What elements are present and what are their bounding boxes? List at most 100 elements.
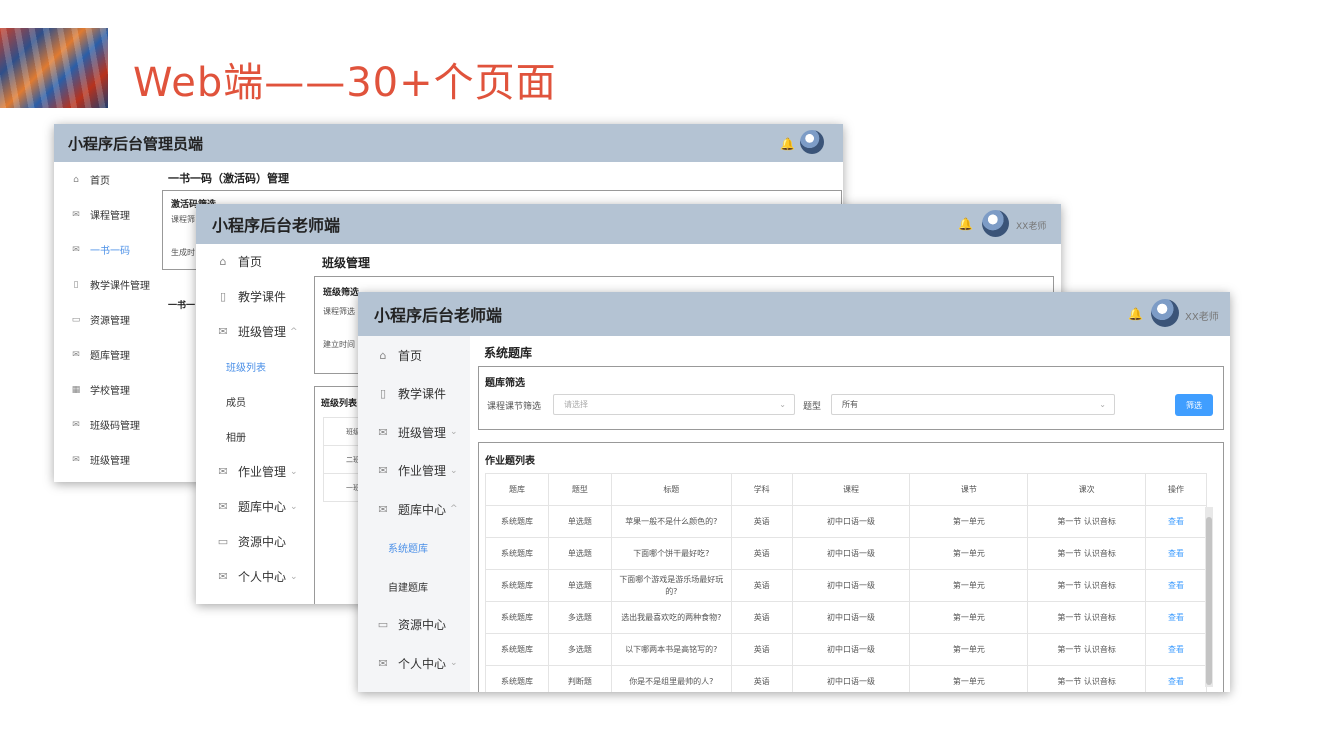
sidebar-item[interactable]: ✉ 课程管理	[54, 197, 158, 232]
column-header: 学科	[730, 473, 793, 506]
sidebar-item[interactable]: ✉ 一书一码	[54, 232, 158, 267]
table-row: 系统题库 单选题 下面哪个游戏是游乐场最好玩的? 英语 初中口语一级 第一单元 第一节 认识…	[485, 569, 1207, 602]
mail-icon: ✉	[72, 349, 80, 360]
table-cell: 英语	[730, 633, 793, 666]
sidebar-item[interactable]: 班级列表	[196, 349, 308, 384]
sidebar-item[interactable]: ▭ 资源中心	[196, 524, 308, 559]
sidebar-item[interactable]: ▭ 资源中心	[358, 606, 470, 645]
bank-list-panel: 作业题列表 题库 题型 标题 学科 课程 课节 课次 操作 系统题库 单选题 苹果一般不是什么颜色的…	[478, 442, 1224, 692]
sidebar-item[interactable]: ✉ 个人中心 ⌄	[358, 644, 470, 683]
sidebar-item[interactable]: 系统题库	[358, 529, 470, 568]
table-cell: 第一节 认识音标	[1027, 537, 1147, 570]
sidebar-item[interactable]: ✉ 题库中心 ⌄	[196, 489, 308, 524]
sidebar-item[interactable]: ▦ 学校管理	[54, 372, 158, 407]
sidebar-item[interactable]: ✉ 班级管理	[54, 442, 158, 477]
table-cell: 初中口语一级	[791, 569, 911, 602]
table-cell: 英语	[730, 569, 793, 602]
view-link[interactable]: 查看	[1145, 601, 1207, 634]
view-link[interactable]: 查看	[1145, 665, 1207, 692]
home-icon: ⌂	[219, 255, 227, 268]
building-icon: ▦	[71, 384, 81, 395]
table-row: 系统题库 判断题 你是不是组里最帅的人? 英语 初中口语一级 第一单元 第一节 认识音标 查看	[485, 665, 1207, 692]
mail-icon: ✉	[218, 465, 228, 478]
bank-username[interactable]: XX老师	[1185, 308, 1219, 323]
table-cell: 系统题库	[485, 537, 549, 570]
bank-page-title: 系统题库	[484, 346, 533, 360]
table-cell: 系统题库	[485, 601, 549, 634]
avatar[interactable]	[800, 130, 824, 154]
sidebar-item[interactable]: ▯ 教学课件管理	[54, 267, 158, 302]
course-select[interactable]: 请选择 ⌄	[553, 394, 795, 415]
sidebar-item[interactable]: ✉ 题库中心 ^	[358, 490, 470, 529]
column-header: 课程	[791, 473, 911, 506]
sidebar-item[interactable]: 成员	[196, 384, 308, 419]
filter-button[interactable]: 筛选	[1175, 394, 1213, 416]
teacher-page-title: 班级管理	[322, 256, 371, 270]
bell-icon[interactable]: 🔔	[958, 217, 973, 231]
sidebar-item-label: 班级码管理	[90, 421, 140, 432]
sidebar-item[interactable]: ✉ 班级管理 ^	[196, 314, 308, 349]
table-cell: 第一节 认识音标	[1027, 505, 1147, 538]
sidebar-item[interactable]: ⌂ 首页	[196, 244, 308, 279]
sidebar-item-label: 作业管理	[398, 464, 447, 479]
sidebar-item[interactable]: ✉ 题库管理	[54, 337, 158, 372]
table-cell: 第一单元	[909, 537, 1029, 570]
mail-icon: ✉	[378, 464, 388, 478]
type-select[interactable]: 所有 ⌄	[831, 394, 1115, 415]
bank-filter-title: 题库筛选	[485, 378, 525, 389]
sidebar-item-label: 教学课件	[398, 387, 447, 402]
chevron-up-icon: ^	[450, 504, 458, 515]
sidebar-item-label: 首页	[90, 176, 110, 187]
sidebar-item[interactable]: ⌂ 首页	[54, 162, 158, 197]
chevron-down-icon: ⌄	[450, 465, 458, 476]
sidebar-item-label: 一书一码	[90, 246, 130, 257]
avatar[interactable]	[1151, 299, 1179, 327]
sidebar-item-label: 首页	[238, 255, 263, 269]
table-cell: 系统题库	[485, 665, 549, 692]
admin-titlebar: 小程序后台管理员端	[54, 124, 843, 162]
view-link[interactable]: 查看	[1145, 505, 1207, 538]
sidebar-item-label: 课程管理	[90, 211, 130, 222]
box-icon: ▭	[377, 618, 389, 632]
avatar[interactable]	[982, 210, 1009, 237]
column-header: 操作	[1145, 473, 1207, 506]
table-cell: 初中口语一级	[791, 601, 911, 634]
chevron-down-icon: ⌄	[450, 658, 458, 669]
sidebar-item[interactable]: ✉ 班级码管理	[54, 407, 158, 442]
bell-icon[interactable]: 🔔	[780, 137, 795, 151]
sidebar-item[interactable]: 自建题库	[358, 567, 470, 606]
sidebar-item[interactable]: ✉ 作业管理 ⌄	[358, 452, 470, 491]
column-header: 标题	[610, 473, 732, 506]
mail-icon: ✉	[72, 454, 80, 465]
view-link[interactable]: 查看	[1145, 537, 1207, 570]
view-link[interactable]: 查看	[1145, 569, 1207, 602]
question-table: 题库 题型 标题 学科 课程 课节 课次 操作 系统题库 单选题 苹果一般不是什么颜色的? 英语 初中口…	[485, 473, 1207, 692]
teacher-username[interactable]: XX老师	[1016, 219, 1046, 232]
mail-icon: ✉	[378, 656, 388, 670]
table-cell: 第一单元	[909, 505, 1029, 538]
table-cell: 单选题	[547, 505, 612, 538]
sidebar-item-label: 相册	[226, 433, 246, 444]
table-cell: 系统题库	[485, 569, 549, 602]
sidebar-item[interactable]: 相册	[196, 419, 308, 454]
table-cell: 选出我最喜欢吃的两种食物?	[610, 601, 732, 634]
sidebar-item[interactable]: ⌂ 首页	[358, 336, 470, 375]
bell-icon[interactable]: 🔔	[1128, 307, 1143, 321]
view-link[interactable]: 查看	[1145, 633, 1207, 666]
sidebar-item[interactable]: ✉ 班级管理 ⌄	[358, 413, 470, 452]
table-cell: 英语	[730, 537, 793, 570]
table-cell: 第一节 认识音标	[1027, 633, 1147, 666]
sidebar-item[interactable]: ▯ 教学课件	[358, 375, 470, 414]
bank-main: 系统题库 题库筛选 课程课节筛选 请选择 ⌄ 题型 所有 ⌄ 筛选 作业题列表 …	[470, 336, 1230, 692]
scrollbar[interactable]	[1205, 507, 1213, 687]
sidebar-item[interactable]: ▯ 教学课件	[196, 279, 308, 314]
sidebar-item[interactable]: ✉ 个人中心 ⌄	[196, 559, 308, 594]
teacher-sidebar: ⌂ 首页 ▯ 教学课件 ✉ 班级管理 ^ 班级列表 成员 相册 ✉ 作业管理 ⌄ ✉ 题库中心 ⌄ ▭ 资源中心 ✉…	[196, 244, 308, 604]
book-icon: ▯	[379, 387, 387, 401]
type-filter-label: 题型	[803, 402, 822, 412]
sidebar-item-label: 作业管理	[238, 465, 287, 479]
chevron-down-icon: ⌄	[779, 400, 786, 409]
sidebar-item[interactable]: ▭ 资源管理	[54, 302, 158, 337]
sidebar-item[interactable]: ✉ 作业管理 ⌄	[196, 454, 308, 489]
mail-icon: ✉	[218, 500, 228, 513]
